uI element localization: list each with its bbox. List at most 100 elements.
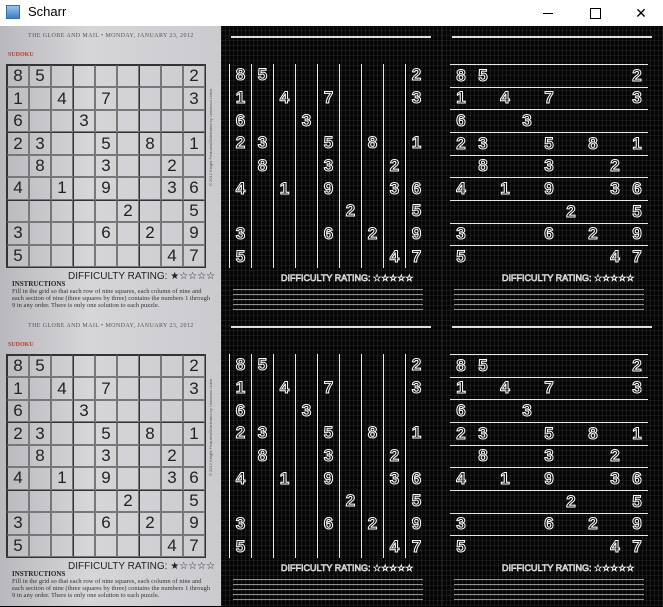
edge-cell: 3 (538, 154, 560, 178)
edge-cell (251, 86, 273, 110)
edge-cell (472, 489, 494, 513)
edge-cell (295, 489, 317, 513)
edge-sudoku-grid: 8521473632358183241936253629547 (229, 64, 427, 268)
edge-cell (251, 376, 273, 400)
sudoku-cell (7, 154, 29, 178)
minimize-button[interactable] (525, 0, 571, 26)
copyright-text: © 2012 Knight Features/Distributed by Un… (208, 378, 213, 476)
edge-cell: 8 (361, 421, 383, 445)
edge-cell: 2 (560, 489, 582, 513)
sudoku-cell (73, 534, 95, 557)
window-app-icon (6, 5, 20, 19)
edge-cell (339, 177, 361, 200)
edge-cell (472, 512, 494, 536)
image-canvas: THE GLOBE AND MAIL • MONDAY, JANUARY 23,… (0, 26, 663, 607)
sudoku-cell: 1 (51, 467, 73, 490)
edge-cell (582, 444, 604, 468)
edge-cell (273, 354, 295, 377)
scharr-y-panel: 8521473632358183241936253629547 DIFFICUL… (442, 26, 663, 316)
close-button[interactable]: ✕ (618, 0, 663, 26)
sudoku-cell (117, 177, 139, 200)
instructions-title: INSTRUCTIONS (12, 570, 66, 578)
sudoku-cell (29, 489, 51, 513)
edge-cell (383, 399, 405, 422)
edge-cell: 3 (383, 467, 405, 490)
edge-cell (516, 376, 538, 400)
title-bar[interactable]: Scharr ✕ (0, 0, 663, 26)
sudoku-cell (161, 65, 183, 88)
edge-cell (450, 489, 472, 513)
edge-cell (494, 489, 516, 513)
edge-header-line (452, 36, 652, 38)
edge-cell: 3 (317, 444, 339, 468)
edge-cell (339, 535, 361, 558)
sudoku-cell (117, 534, 139, 557)
edge-cell: 3 (450, 512, 472, 536)
edge-cell (361, 354, 383, 377)
edge-cell (472, 86, 494, 110)
edge-cell (339, 222, 361, 246)
newspaper-header: THE GLOBE AND MAIL • MONDAY, JANUARY 23,… (28, 33, 194, 39)
sudoku-cell (7, 489, 29, 513)
sudoku-cell: 3 (29, 422, 51, 445)
sudoku-cell: 9 (95, 467, 117, 490)
edge-cell: 7 (538, 86, 560, 110)
sudoku-cell (29, 109, 51, 133)
maximize-button[interactable] (572, 0, 618, 26)
edge-cell: 3 (229, 512, 251, 536)
edge-cell (273, 444, 295, 468)
sudoku-cell: 6 (183, 177, 205, 200)
edge-cell: 2 (604, 444, 626, 468)
edge-cell (361, 109, 383, 132)
edge-cell (560, 64, 582, 87)
sudoku-cell: 3 (95, 154, 117, 178)
edge-cell (582, 467, 604, 490)
edge-cell (405, 444, 427, 468)
edge-instructions (233, 576, 423, 600)
sudoku-cell: 4 (7, 177, 29, 200)
edge-cell (229, 444, 251, 468)
edge-cell (361, 245, 383, 268)
edge-cell (604, 512, 626, 536)
edge-cell: 9 (538, 467, 560, 490)
edge-cell: 1 (450, 376, 472, 400)
edge-cell (295, 535, 317, 558)
edge-difficulty: DIFFICULTY RATING: ★☆☆☆☆ (502, 273, 635, 284)
edge-cell (604, 376, 626, 400)
edge-cell: 5 (251, 64, 273, 87)
sudoku-cell (73, 65, 95, 88)
sudoku-cell (73, 489, 95, 513)
edge-cell: 8 (361, 131, 383, 155)
sudoku-cell (95, 199, 117, 223)
edge-cell (273, 535, 295, 558)
sudoku-cell (117, 109, 139, 133)
sudoku-cell (29, 222, 51, 245)
edge-cell: 4 (450, 467, 472, 490)
edge-header-line (231, 36, 431, 38)
edge-cell (251, 177, 273, 200)
sudoku-cell (117, 244, 139, 267)
edge-cell: 2 (405, 354, 427, 377)
sudoku-cell: 8 (139, 132, 161, 155)
edge-cell: 4 (273, 376, 295, 400)
sudoku-cell (139, 177, 161, 200)
sudoku-cell: 2 (7, 132, 29, 155)
edge-cell: 6 (405, 177, 427, 200)
sudoku-cell: 4 (7, 467, 29, 490)
edge-cell (251, 489, 273, 513)
sudoku-cell (139, 377, 161, 400)
edge-cell (494, 421, 516, 445)
edge-cell: 6 (450, 109, 472, 132)
edge-cell (516, 177, 538, 200)
edge-cell (582, 199, 604, 223)
edge-cell: 5 (626, 199, 648, 223)
edge-cell: 2 (339, 199, 361, 223)
edge-cell (494, 444, 516, 468)
sudoku-cell (51, 399, 73, 423)
edge-cell (317, 354, 339, 377)
edge-cell (560, 177, 582, 200)
edge-cell: 3 (317, 154, 339, 178)
edge-cell (361, 199, 383, 223)
edge-cell (339, 245, 361, 268)
edge-cell: 5 (626, 489, 648, 513)
